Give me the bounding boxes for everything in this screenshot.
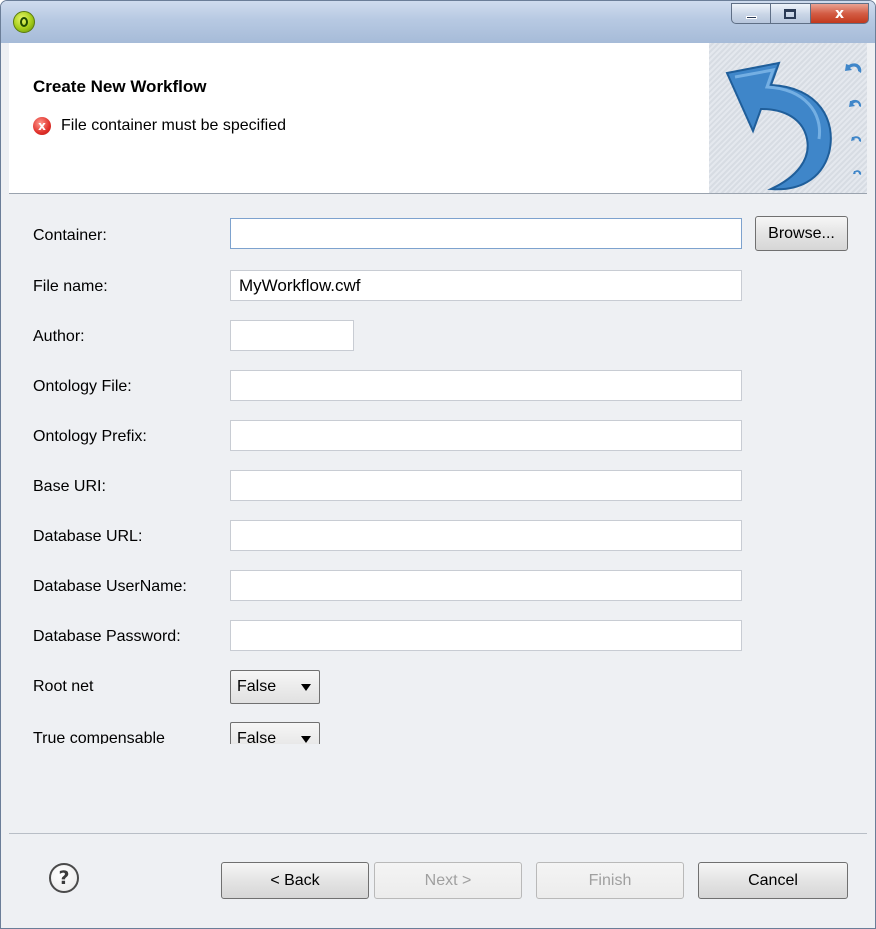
close-button[interactable]: x [811, 3, 869, 24]
database-url-input[interactable] [230, 520, 742, 551]
database-username-input[interactable] [230, 570, 742, 601]
base-uri-label: Base URI: [33, 478, 106, 495]
root-net-select[interactable]: False [230, 670, 320, 704]
cancel-button[interactable]: Cancel [698, 862, 848, 899]
page-title: Create New Workflow [33, 77, 207, 96]
author-label: Author: [33, 328, 85, 345]
minimize-button[interactable] [731, 3, 771, 24]
error-message: File container must be specified [61, 117, 286, 134]
chevron-down-icon [301, 736, 311, 743]
footer-separator [9, 833, 867, 834]
wizard-window: x Create New Workflow x File container m… [0, 0, 876, 929]
error-icon: x [33, 117, 51, 135]
undo-arrow-icon [725, 61, 862, 191]
database-username-label: Database UserName: [33, 578, 187, 595]
root-net-selected-value: False [237, 678, 277, 695]
window-controls: x [731, 3, 869, 25]
database-url-label: Database URL: [33, 528, 143, 545]
next-button[interactable]: Next > [374, 862, 522, 899]
ontology-prefix-input[interactable] [230, 420, 742, 451]
close-icon: x [834, 6, 845, 22]
database-password-input[interactable] [230, 620, 742, 651]
title-bar[interactable]: x [1, 1, 875, 43]
file-name-input[interactable]: MyWorkflow.cwf [230, 270, 742, 301]
true-compensable-select[interactable]: False [230, 722, 320, 744]
ontology-file-input[interactable] [230, 370, 742, 401]
browse-button[interactable]: Browse... [755, 216, 848, 251]
true-compensable-selected-value: False [237, 730, 277, 744]
app-icon [13, 11, 35, 33]
wizard-header: Create New Workflow x File container mus… [9, 43, 867, 194]
chevron-down-icon [301, 684, 311, 691]
container-input[interactable] [230, 218, 742, 249]
wizard-banner-image [709, 43, 867, 193]
help-icon[interactable]: ? [49, 863, 79, 893]
true-compensable-label: True compensable [33, 730, 165, 744]
database-password-label: Database Password: [33, 628, 181, 645]
root-net-label: Root net [33, 678, 94, 695]
base-uri-input[interactable] [230, 470, 742, 501]
wizard-form: Container: Browse... File name: MyWorkfl… [9, 194, 867, 754]
container-label: Container: [33, 227, 107, 244]
author-input[interactable] [230, 320, 354, 351]
finish-button[interactable]: Finish [536, 862, 684, 899]
ontology-prefix-label: Ontology Prefix: [33, 428, 147, 445]
error-message-line: x File container must be specified [33, 117, 286, 135]
maximize-button[interactable] [771, 3, 811, 24]
ontology-file-label: Ontology File: [33, 378, 132, 395]
back-button[interactable]: < Back [221, 862, 369, 899]
form-scroll-area: Container: Browse... File name: MyWorkfl… [9, 194, 867, 744]
file-name-label: File name: [33, 278, 108, 295]
